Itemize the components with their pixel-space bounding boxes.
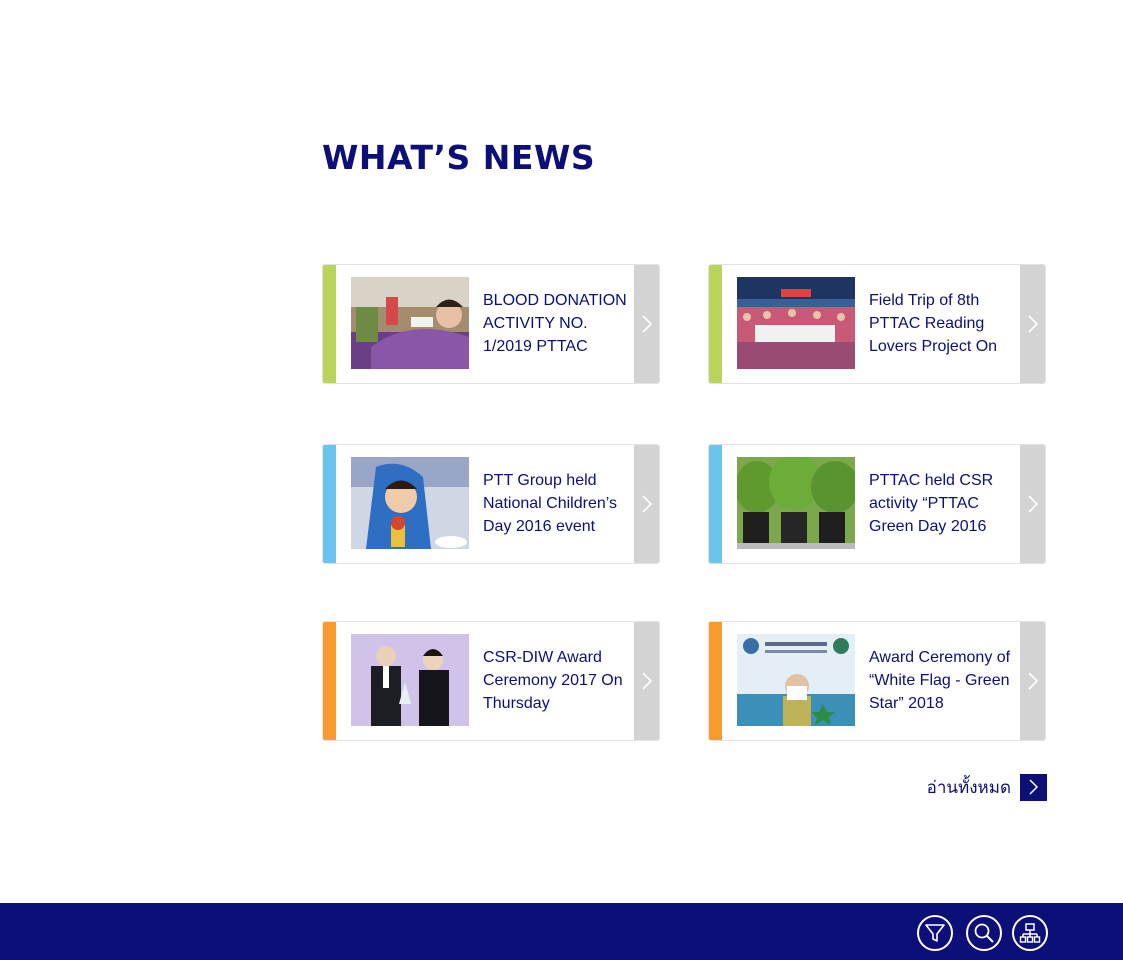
news-card-csr-diw-award[interactable]: CSR-DIW Award Ceremony 2017 On Thursday bbox=[322, 621, 660, 741]
read-all-arrow-button[interactable] bbox=[1020, 773, 1047, 801]
section-title: WHAT’S NEWS bbox=[322, 138, 596, 177]
card-accent-bar bbox=[709, 445, 722, 563]
news-thumbnail bbox=[351, 457, 469, 549]
card-accent-bar bbox=[323, 265, 336, 383]
news-title[interactable]: BLOOD DONATION ACTIVITY NO. 1/2019 PTTAC bbox=[483, 289, 635, 361]
news-title[interactable]: PTT Group held National Children’s Day 2… bbox=[483, 469, 635, 541]
news-thumbnail bbox=[737, 277, 855, 369]
card-arrow-button[interactable] bbox=[1020, 622, 1045, 740]
news-thumbnail bbox=[737, 634, 855, 726]
sitemap-icon bbox=[1019, 923, 1041, 943]
news-thumbnail bbox=[737, 457, 855, 549]
read-all-label: อ่านทั้งหมด bbox=[926, 777, 1011, 797]
sitemap-button[interactable] bbox=[1012, 915, 1048, 951]
card-accent-bar bbox=[709, 265, 722, 383]
news-thumbnail bbox=[351, 634, 469, 726]
chevron-right-icon bbox=[1027, 315, 1038, 333]
search-icon bbox=[974, 923, 994, 943]
news-card-childrens-day[interactable]: PTT Group held National Children’s Day 2… bbox=[322, 444, 660, 564]
chevron-right-icon bbox=[1028, 779, 1038, 795]
card-accent-bar bbox=[709, 622, 722, 740]
chevron-right-icon bbox=[641, 672, 652, 690]
page: WHAT’S NEWS BLOOD DONATION ACTIVITY NO. … bbox=[0, 0, 1123, 960]
news-title[interactable]: Award Ceremony of “White Flag - Green St… bbox=[869, 646, 1021, 718]
chevron-right-icon bbox=[641, 495, 652, 513]
filter-button[interactable] bbox=[917, 915, 953, 951]
news-card-field-trip[interactable]: Field Trip of 8th PTTAC Reading Lovers P… bbox=[708, 264, 1046, 384]
chevron-right-icon bbox=[641, 315, 652, 333]
news-card-green-day[interactable]: PTTAC held CSR activity “PTTAC Green Day… bbox=[708, 444, 1046, 564]
news-card-white-flag-award[interactable]: Award Ceremony of “White Flag - Green St… bbox=[708, 621, 1046, 741]
search-button[interactable] bbox=[966, 915, 1002, 951]
filter-icon bbox=[925, 924, 945, 942]
card-arrow-button[interactable] bbox=[1020, 265, 1045, 383]
chevron-right-icon bbox=[1027, 495, 1038, 513]
news-card-blood-donation[interactable]: BLOOD DONATION ACTIVITY NO. 1/2019 PTTAC bbox=[322, 264, 660, 384]
chevron-right-icon bbox=[1027, 672, 1038, 690]
footer-bar bbox=[0, 903, 1123, 960]
card-arrow-button[interactable] bbox=[634, 622, 659, 740]
news-thumbnail bbox=[351, 277, 469, 369]
card-arrow-button[interactable] bbox=[634, 265, 659, 383]
news-title[interactable]: PTTAC held CSR activity “PTTAC Green Day… bbox=[869, 469, 1021, 541]
card-accent-bar bbox=[323, 622, 336, 740]
card-accent-bar bbox=[323, 445, 336, 563]
news-title[interactable]: Field Trip of 8th PTTAC Reading Lovers P… bbox=[869, 289, 1021, 361]
card-arrow-button[interactable] bbox=[634, 445, 659, 563]
card-arrow-button[interactable] bbox=[1020, 445, 1045, 563]
read-all-link[interactable]: อ่านทั้งหมด bbox=[927, 773, 1047, 801]
news-title[interactable]: CSR-DIW Award Ceremony 2017 On Thursday bbox=[483, 646, 635, 718]
